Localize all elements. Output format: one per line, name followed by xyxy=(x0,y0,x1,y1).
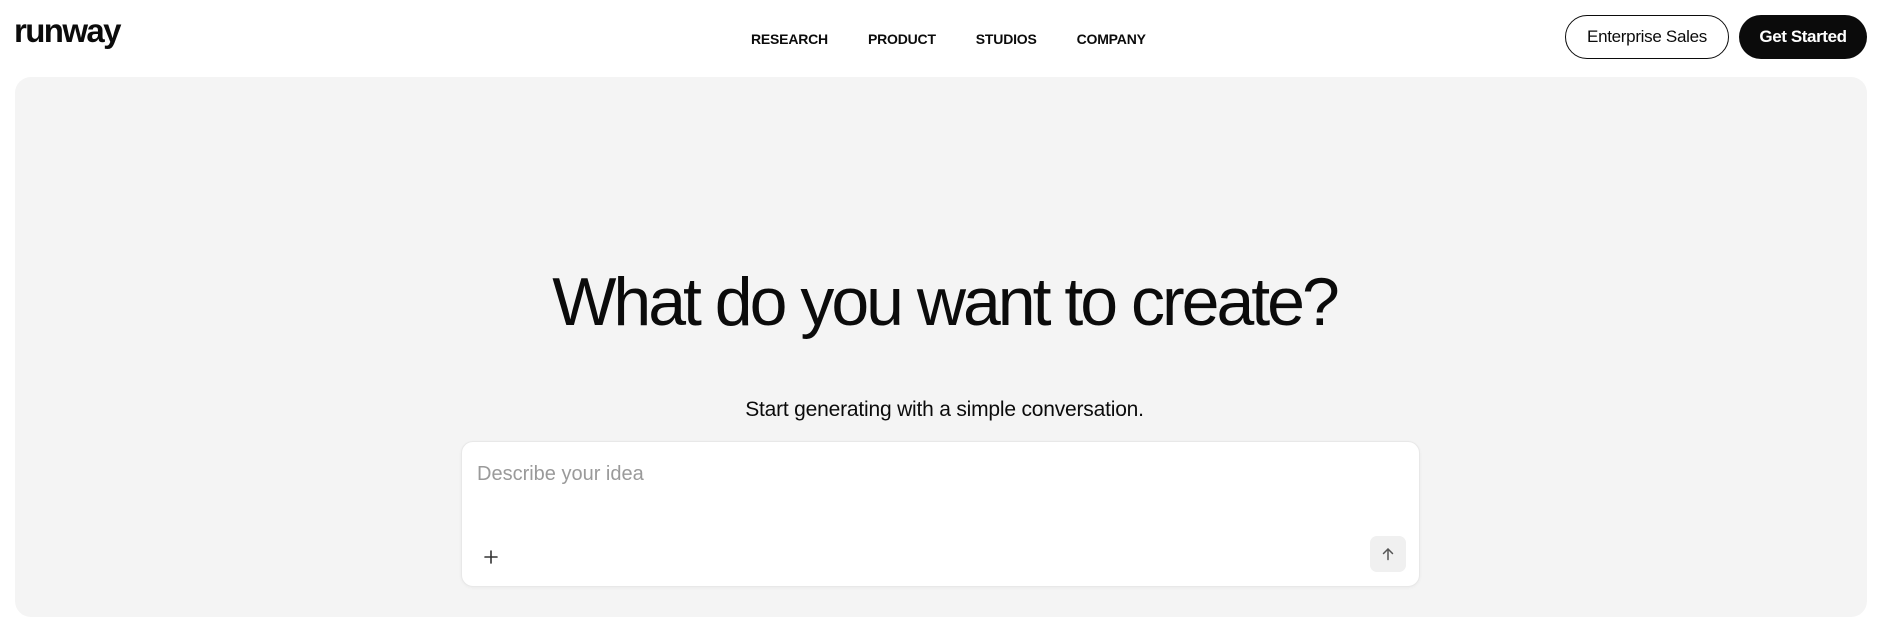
arrow-up-icon xyxy=(1382,548,1394,561)
add-attachment-button[interactable] xyxy=(480,546,502,568)
send-button[interactable] xyxy=(1370,536,1406,572)
nav-item-research[interactable]: RESEARCH xyxy=(751,31,828,47)
runway-logo[interactable]: runway xyxy=(14,14,122,47)
nav-item-product[interactable]: PRODUCT xyxy=(868,31,936,47)
site-header: runway RESEARCH PRODUCT STUDIOS COMPANY … xyxy=(0,0,1889,76)
hero-subtitle: Start generating with a simple conversat… xyxy=(745,398,1144,421)
prompt-box xyxy=(461,441,1420,587)
nav-item-company[interactable]: COMPANY xyxy=(1077,31,1146,47)
enterprise-sales-button[interactable]: Enterprise Sales xyxy=(1565,15,1729,59)
prompt-input[interactable] xyxy=(477,456,1397,492)
main-nav: RESEARCH PRODUCT STUDIOS COMPANY xyxy=(751,31,1146,47)
nav-item-studios[interactable]: STUDIOS xyxy=(976,31,1037,47)
hero-title: What do you want to create? xyxy=(552,264,1340,340)
get-started-button[interactable]: Get Started xyxy=(1739,15,1867,59)
plus-icon xyxy=(484,550,498,564)
